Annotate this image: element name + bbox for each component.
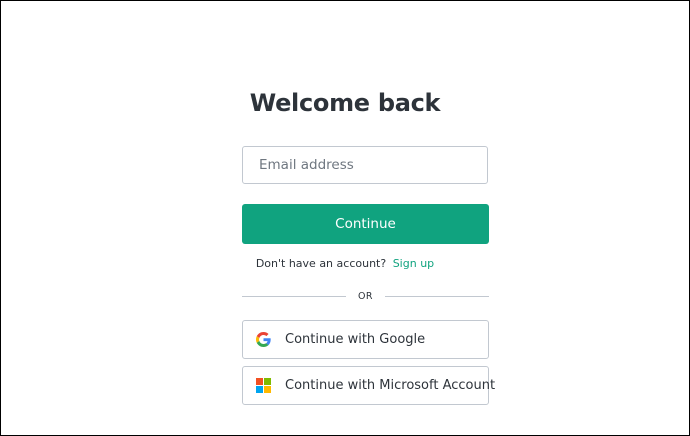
google-logo-icon (256, 332, 271, 347)
email-field[interactable] (242, 146, 488, 184)
signup-link[interactable]: Sign up (393, 257, 434, 270)
signup-prompt-text: Don't have an account? (255, 257, 387, 270)
signup-prompt-row: Don't have an account? Sign up (1, 257, 689, 270)
divider-text: OR (357, 290, 374, 302)
microsoft-logo-green-square (264, 378, 271, 385)
microsoft-logo-red-square (256, 378, 263, 385)
microsoft-logo-blue-square (256, 386, 263, 393)
microsoft-logo-icon (256, 378, 271, 393)
login-page: Welcome back Continue Don't have an acco… (0, 0, 690, 436)
microsoft-logo-yellow-square (264, 386, 271, 393)
page-title: Welcome back (249, 89, 441, 117)
continue-with-microsoft-button[interactable]: Continue with Microsoft Account (242, 366, 495, 405)
continue-with-google-button[interactable]: Continue with Google (242, 320, 489, 359)
microsoft-button-label: Continue with Microsoft Account (285, 378, 496, 393)
google-button-label: Continue with Google (285, 332, 426, 347)
continue-button[interactable]: Continue (242, 204, 489, 244)
divider-line-left (242, 295, 346, 297)
divider-line-right (385, 295, 489, 297)
or-divider: OR (242, 289, 489, 303)
